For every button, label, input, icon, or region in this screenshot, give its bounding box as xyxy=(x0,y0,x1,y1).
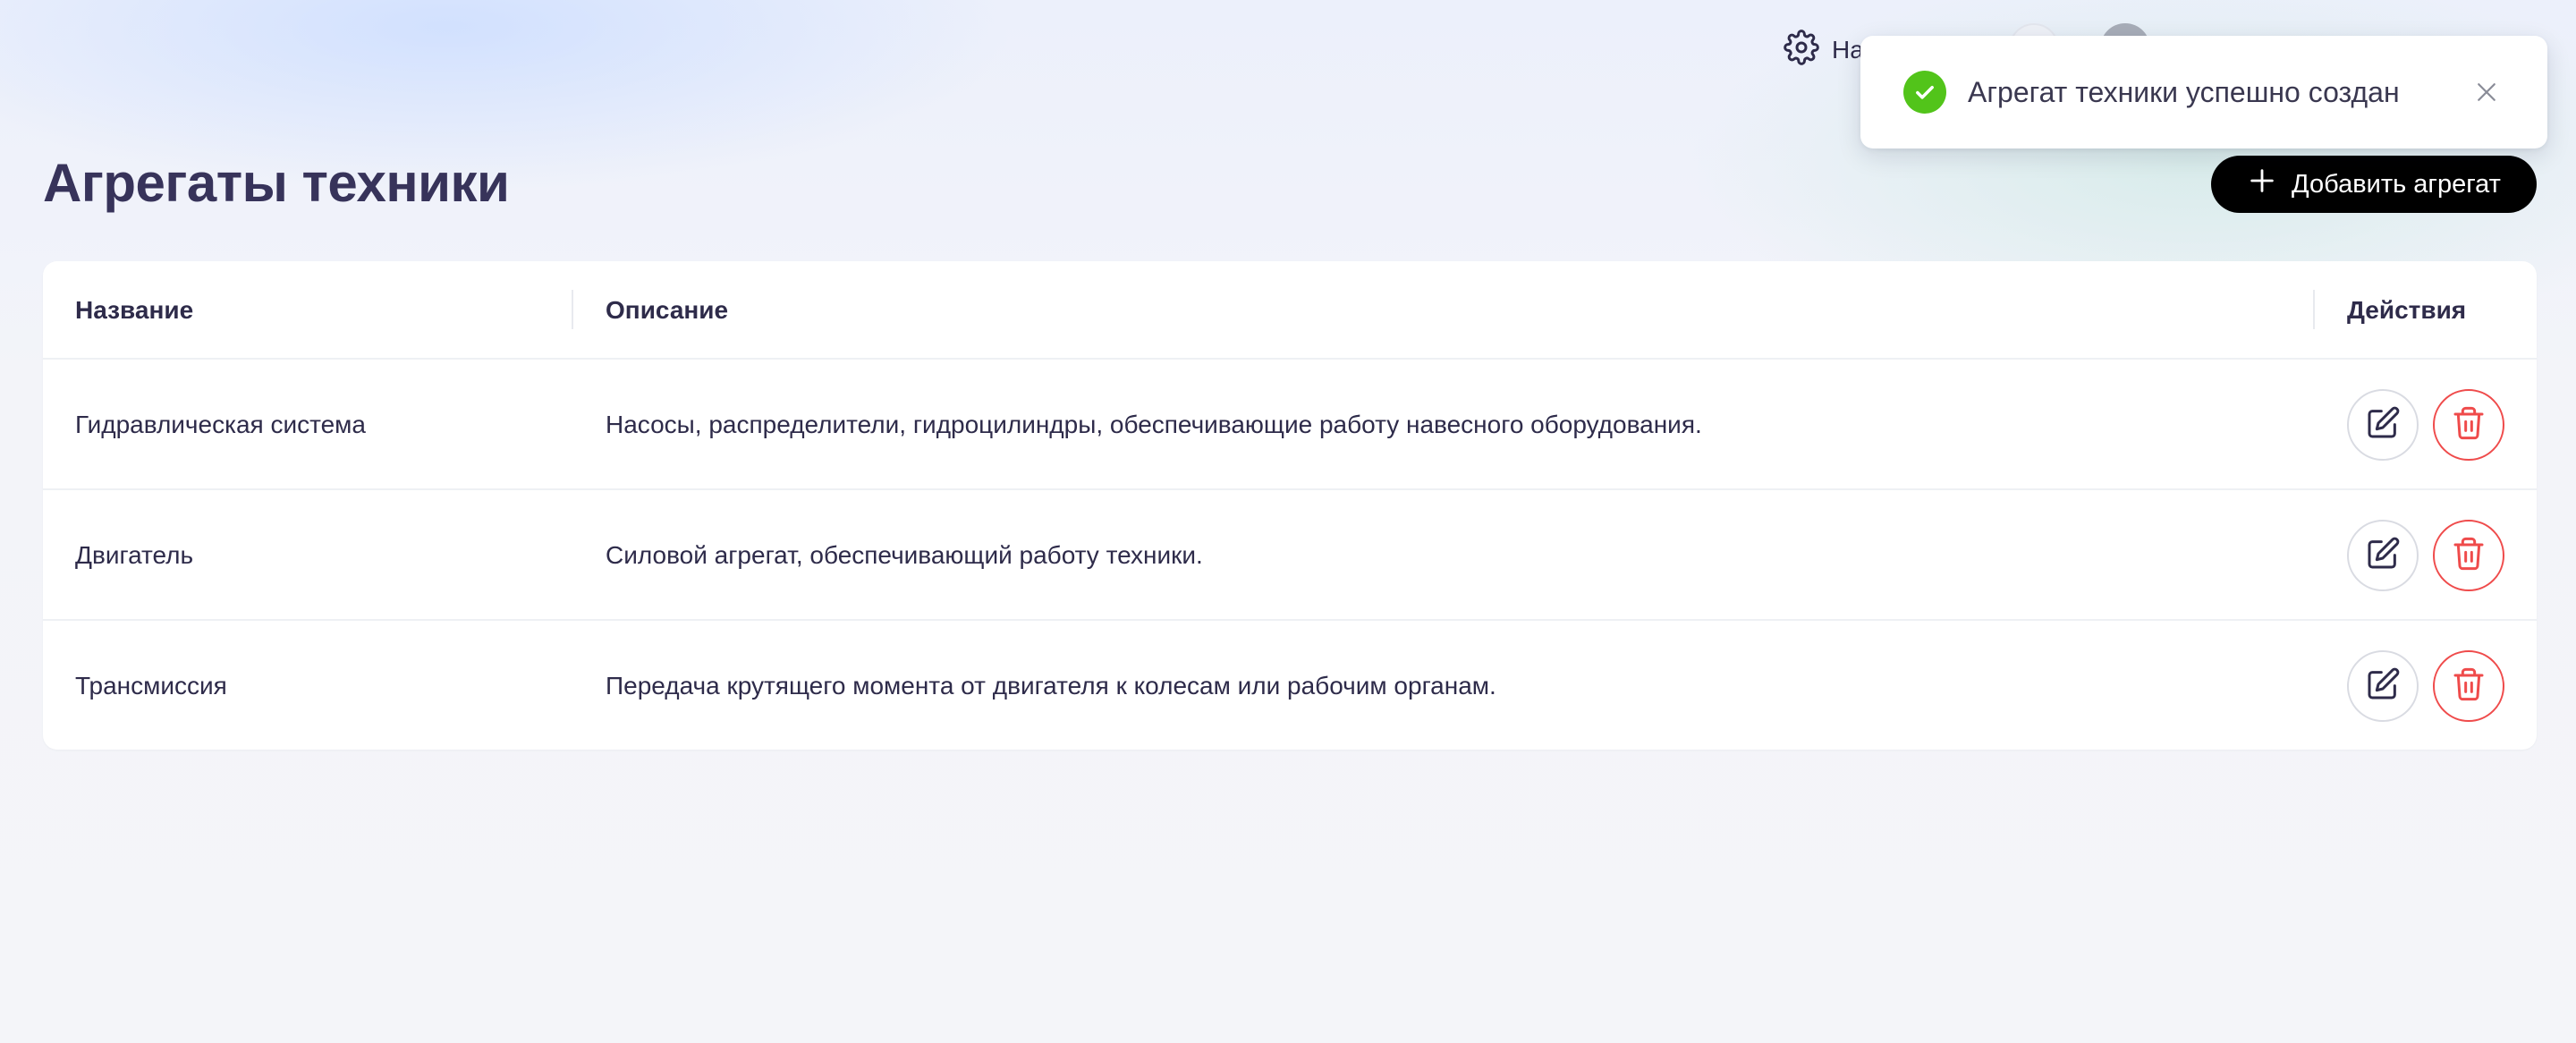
edit-icon xyxy=(2365,666,2401,707)
add-aggregate-label: Добавить агрегат xyxy=(2292,169,2501,199)
column-header-description[interactable]: Описание xyxy=(606,261,728,360)
table-row[interactable]: Двигатель Силовой агрегат, обеспечивающи… xyxy=(43,490,2537,621)
settings-link[interactable]: На xyxy=(1784,29,1864,72)
edit-button[interactable] xyxy=(2347,389,2419,461)
trash-icon xyxy=(2451,405,2487,445)
edit-button[interactable] xyxy=(2347,520,2419,591)
aggregates-table: Название Описание Действия Гидравлическа… xyxy=(43,261,2537,750)
row-description: Насосы, распределители, гидроцилиндры, о… xyxy=(606,411,1702,438)
close-icon[interactable] xyxy=(2469,74,2504,110)
table-row[interactable]: Трансмиссия Передача крутящего момента о… xyxy=(43,621,2537,751)
edit-button[interactable] xyxy=(2347,650,2419,722)
add-aggregate-button[interactable]: Добавить агрегат xyxy=(2211,156,2537,213)
column-header-actions: Действия xyxy=(2347,296,2467,324)
page: На Агрегаты техники Добавить агрегат Наз… xyxy=(0,0,2576,1043)
plus-icon xyxy=(2247,165,2277,203)
settings-label: На xyxy=(1832,36,1864,64)
table-row[interactable]: Гидравлическая система Насосы, распредел… xyxy=(43,360,2537,490)
column-divider[interactable] xyxy=(2313,290,2315,329)
table-header: Название Описание Действия xyxy=(43,261,2537,360)
row-name: Гидравлическая система xyxy=(75,411,367,438)
delete-button[interactable] xyxy=(2433,650,2504,722)
row-description: Передача крутящего момента от двигателя … xyxy=(606,672,1496,700)
column-divider[interactable] xyxy=(572,290,573,329)
row-description: Силовой агрегат, обеспечивающий работу т… xyxy=(606,541,1203,569)
trash-icon xyxy=(2451,666,2487,707)
page-title: Агрегаты техники xyxy=(43,153,510,213)
success-toast: Агрегат техники успешно создан xyxy=(1860,36,2547,148)
toast-message: Агрегат техники успешно создан xyxy=(1968,75,2400,108)
column-header-name[interactable]: Название xyxy=(75,261,193,360)
row-name: Двигатель xyxy=(75,541,194,569)
delete-button[interactable] xyxy=(2433,389,2504,461)
edit-icon xyxy=(2365,405,2401,445)
delete-button[interactable] xyxy=(2433,520,2504,591)
check-circle-icon xyxy=(1903,71,1946,114)
edit-icon xyxy=(2365,536,2401,576)
gear-icon xyxy=(1784,29,1819,72)
trash-icon xyxy=(2451,536,2487,576)
row-name: Трансмиссия xyxy=(75,672,227,700)
